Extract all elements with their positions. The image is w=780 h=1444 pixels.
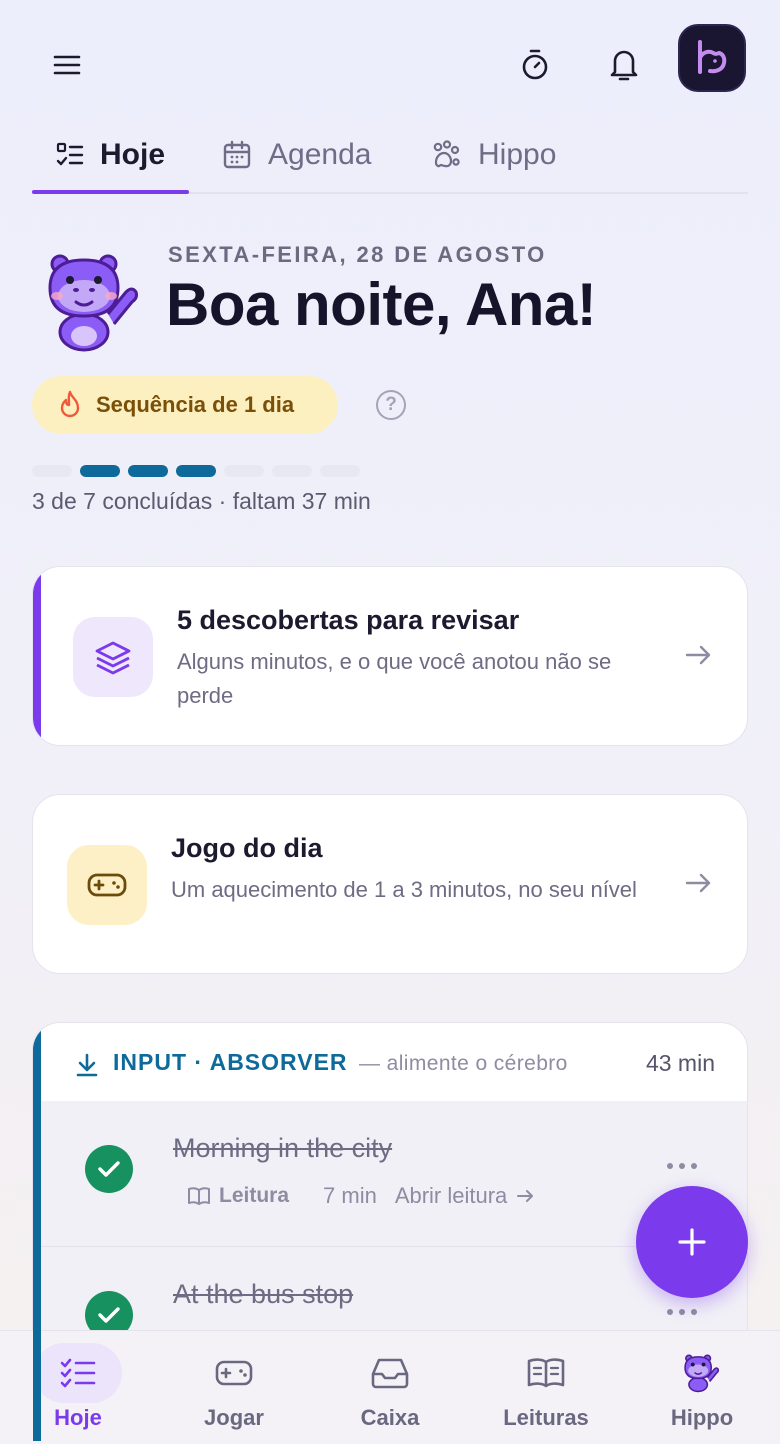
game-subtitle: Um aquecimento de 1 a 3 minutos, no seu …	[171, 877, 637, 902]
check-icon	[98, 1161, 120, 1177]
tab-agenda[interactable]: Agenda	[222, 118, 371, 192]
gamepad-icon	[87, 873, 127, 897]
nav-item-leituras[interactable]: Leituras	[468, 1331, 624, 1444]
notifications-button[interactable]	[600, 42, 648, 86]
check-icon	[98, 1307, 120, 1323]
task-meta: Leitura 7 min Abrir leitura	[187, 1183, 535, 1209]
progress-segment	[224, 465, 264, 477]
flame-icon	[60, 390, 80, 418]
brand-logo-icon	[698, 40, 727, 74]
greeting-title: Boa noite, Ana!	[166, 271, 597, 338]
nav-label: Hoje	[54, 1405, 102, 1430]
progress-segment	[32, 465, 72, 477]
review-title: 5 descobertas para revisar	[177, 605, 520, 635]
calendar-icon	[223, 140, 251, 169]
profile-avatar[interactable]	[678, 24, 746, 92]
open-reading-label: Abrir leitura	[394, 1183, 508, 1208]
progress-segment	[320, 465, 360, 477]
section-header[interactable]: INPUT · ABSORVER — alimente o cérebro 43…	[33, 1023, 747, 1101]
section-hint: — alimente o cérebro	[359, 1052, 568, 1075]
tab-hoje[interactable]: Hoje	[31, 118, 190, 194]
layers-icon	[95, 641, 131, 675]
tab-hippo[interactable]: Hippo	[430, 118, 556, 192]
review-icon-tile	[73, 617, 153, 697]
more-options-button[interactable]	[667, 1159, 697, 1173]
tab-hippo-label: Hippo	[478, 138, 557, 171]
arrow-right-icon	[685, 871, 713, 900]
book-open-icon	[526, 1353, 566, 1393]
nav-item-hoje[interactable]: Hoje	[0, 1331, 156, 1444]
question-circle-icon: ?	[385, 394, 397, 415]
task-title: At the bus stop	[173, 1279, 354, 1309]
book-open-icon	[188, 1187, 210, 1205]
task-type-label: Leitura	[219, 1184, 290, 1207]
top-bar	[0, 0, 780, 130]
menu-button[interactable]	[44, 44, 90, 86]
nav-item-caixa[interactable]: Caixa	[312, 1331, 468, 1444]
tab-hoje-label: Hoje	[100, 138, 166, 171]
section-time: 43 min	[645, 1050, 715, 1076]
task-complete-checkbox[interactable]	[85, 1145, 133, 1193]
arrow-right-icon	[517, 1190, 534, 1202]
progress-text: 3 de 7 concluídas · faltam 37 min	[32, 488, 371, 514]
arrow-right-icon	[685, 643, 713, 672]
streak-badge[interactable]: Sequência de 1 dia	[32, 376, 338, 434]
nav-label: Caixa	[360, 1405, 420, 1430]
section-label: INPUT · ABSORVER	[113, 1049, 348, 1075]
game-icon-tile	[67, 845, 147, 925]
task-duration: 7 min	[323, 1183, 377, 1208]
progress-segment	[272, 465, 312, 477]
plus-icon	[678, 1228, 706, 1256]
stopwatch-icon	[522, 49, 548, 80]
hippo-mascot-icon	[682, 1353, 722, 1393]
review-card[interactable]: 5 descobertas para revisar Alguns minuto…	[32, 566, 748, 746]
streak-label: Sequência de 1 dia	[96, 392, 295, 417]
game-card[interactable]: Jogo do dia Um aquecimento de 1 a 3 minu…	[32, 794, 748, 974]
review-subtitle: Alguns minutos, e o que você anotou não …	[177, 649, 612, 708]
progress-segment	[80, 465, 120, 477]
nav-item-hippo[interactable]: Hippo	[624, 1331, 780, 1444]
hamburger-menu-icon	[53, 55, 81, 75]
more-dots-icon	[667, 1309, 673, 1315]
inbox-icon	[370, 1353, 410, 1393]
paw-icon	[433, 140, 460, 168]
download-icon	[76, 1053, 98, 1077]
timer-button[interactable]	[512, 44, 558, 86]
tab-agenda-label: Agenda	[268, 138, 372, 171]
nav-item-jogar[interactable]: Jogar	[156, 1331, 312, 1444]
task-type: Leitura	[187, 1184, 289, 1208]
bell-icon	[610, 50, 638, 81]
game-title: Jogo do dia	[171, 833, 323, 863]
progress-bar	[32, 465, 372, 477]
progress-segment	[176, 465, 216, 477]
gamepad-icon	[214, 1353, 254, 1393]
checklist-icon	[58, 1353, 98, 1393]
more-dots-icon	[667, 1163, 673, 1169]
checklist-icon	[56, 142, 84, 166]
hippo-mascot-icon	[48, 254, 138, 352]
nav-label: Hippo	[670, 1405, 734, 1430]
nav-label: Jogar	[204, 1405, 264, 1430]
open-reading-link[interactable]: Abrir leitura	[395, 1183, 535, 1209]
hippo-mascot	[42, 252, 146, 352]
nav-label: Leituras	[503, 1405, 589, 1430]
date-label: SEXTA-FEIRA, 28 DE AGOSTO	[168, 242, 547, 267]
progress-segment	[128, 465, 168, 477]
add-button[interactable]	[636, 1186, 748, 1298]
bottom-nav: Hoje Jogar Caixa Leituras Hippo	[0, 1330, 780, 1444]
task-title: Morning in the city	[173, 1133, 393, 1163]
help-button[interactable]: ?	[376, 390, 406, 420]
more-options-button[interactable]	[667, 1305, 697, 1319]
top-tabs: Hoje Agenda Hippo	[31, 118, 748, 194]
